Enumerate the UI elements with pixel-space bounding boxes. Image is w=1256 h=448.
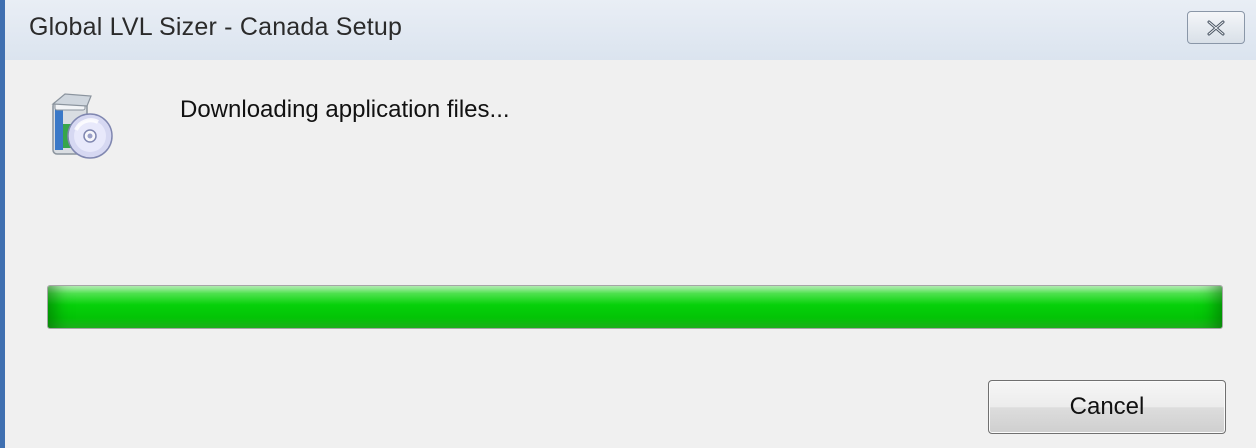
title-bar[interactable]: Global LVL Sizer - Canada Setup	[5, 0, 1256, 60]
setup-installer-icon	[51, 93, 113, 159]
progress-bar	[47, 285, 1223, 329]
status-text: Downloading application files...	[180, 96, 510, 123]
dialog-content: Downloading application files... Cancel	[5, 60, 1256, 448]
close-button[interactable]	[1187, 11, 1245, 44]
progress-fill	[48, 286, 1222, 328]
close-icon	[1207, 20, 1225, 35]
cancel-button[interactable]: Cancel	[988, 380, 1226, 434]
setup-window: Global LVL Sizer - Canada Setup Download…	[0, 0, 1256, 448]
window-title: Global LVL Sizer - Canada Setup	[29, 13, 403, 41]
